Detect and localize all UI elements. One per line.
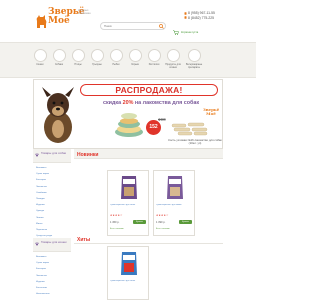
site-header: Зверьё Моё Интернет-зоомагазин 8 (955) 9…	[0, 0, 256, 42]
product-price: 1 450 р.	[110, 221, 120, 224]
sidebar-dogs: Товары для собак Витамины Сухие корма Ко…	[33, 149, 71, 246]
category-birds[interactable]: Птицы	[70, 49, 86, 67]
stock-status: Есть в наличии	[156, 228, 170, 230]
category-ferrets[interactable]: Хорьки	[127, 49, 143, 67]
cart-status: Корзина пуста	[181, 30, 199, 34]
category-label: Хорьки	[131, 63, 139, 66]
section-title: Хиты	[74, 234, 223, 244]
ferret-icon	[128, 49, 142, 62]
product-image	[121, 252, 137, 275]
product-image	[167, 176, 183, 199]
category-label: Птицы	[74, 63, 82, 66]
product-card[interactable]: Сухой корм Hill's для собак ★★★★☆ 1 450 …	[107, 170, 149, 236]
dog-icon	[52, 49, 66, 62]
dog-logo-icon	[36, 15, 47, 28]
product-card[interactable]: Сухой корм Hill's для собак	[107, 246, 149, 300]
new-price-badge: 152	[146, 120, 161, 135]
banner-logo: Зверьё Моё	[202, 107, 220, 116]
fish-icon	[109, 49, 123, 62]
product-price: 1 390 р.	[156, 221, 166, 224]
reptile-icon	[147, 49, 161, 62]
rating-stars: ★★★★☆	[110, 214, 123, 217]
category-label: Ветеринарные препараты	[186, 63, 203, 69]
sale-banner[interactable]: РАСПРОДАЖА! скидка 20% на лакомства для …	[33, 79, 223, 149]
category-dogs[interactable]: Собаки	[51, 49, 67, 67]
category-label: Грызуны	[92, 63, 102, 66]
product-card[interactable]: Сухой корм Hill's для кошек ★★★★☆ 1 390 …	[153, 170, 195, 236]
novelty-section: Новинки Сухой корм Hill's для собак ★★★★…	[74, 149, 223, 243]
hits-section: Хиты Сухой корм Hill's для собак	[74, 234, 223, 300]
category-label: Продукты для хозяев	[165, 63, 181, 69]
search-input[interactable]	[104, 23, 158, 29]
puppy-image	[42, 87, 74, 143]
logo-tagline: Интернет-зоомагазин	[78, 9, 91, 15]
banner-caption: Кость узловая №16 лакомство для собак (1…	[168, 138, 222, 146]
phone-icon	[184, 16, 187, 20]
sidebar-header: Товары для собак	[33, 149, 71, 163]
bird-icon	[71, 49, 85, 62]
food-plates-image	[115, 113, 143, 137]
section-title: Новинки	[74, 149, 223, 159]
category-label: Кошки	[36, 63, 44, 66]
sidebar-title: Товары для собак	[41, 151, 66, 155]
product-name[interactable]: Сухой корм Hill's для собак	[110, 280, 148, 288]
vet-icon	[187, 49, 201, 62]
owner-icon	[166, 49, 180, 62]
logo[interactable]: Зверьё Моё Интернет-зоомагазин	[34, 6, 91, 34]
paw-icon	[35, 153, 39, 157]
old-price: 190	[158, 117, 166, 122]
cat-icon	[33, 49, 47, 62]
phone-number[interactable]: 8 (8452) 775-225	[188, 16, 214, 21]
buy-button[interactable]: Купить	[133, 220, 146, 225]
cart-widget[interactable]: Корзина пуста	[173, 29, 221, 35]
banner-subtitle: скидка 20% на лакомства для собак	[102, 100, 200, 106]
category-label: Рыбки	[112, 63, 120, 66]
category-cats[interactable]: Кошки	[32, 49, 48, 67]
bone-treats-image	[171, 122, 208, 136]
sidebar-item[interactable]: Наполнители	[36, 291, 71, 297]
category-label: Рептилии	[148, 63, 160, 66]
phone-icon	[184, 12, 187, 15]
sidebar-cats: Товары для кошек Витамины Сухие корма Ко…	[33, 238, 71, 297]
stock-status: Есть в наличии	[110, 228, 124, 230]
category-vet[interactable]: Ветеринарные препараты	[186, 49, 202, 70]
category-bar: Кошки Собаки Птицы Грызуны Рыбки Хорьки …	[0, 42, 256, 78]
product-image	[121, 176, 137, 199]
category-label: Собаки	[54, 63, 64, 66]
rating-stars: ★★★★☆	[156, 214, 169, 217]
category-owners[interactable]: Продукты для хозяев	[165, 49, 181, 70]
paw-icon	[35, 242, 39, 246]
category-fish[interactable]: Рыбки	[108, 49, 124, 67]
sidebar-list: Витамины Сухие корма Консервы Лакомства …	[33, 163, 71, 246]
product-name[interactable]: Сухой корм Hill's для кошек	[156, 204, 194, 212]
category-rodents[interactable]: Грызуны	[89, 49, 105, 67]
category-reptiles[interactable]: Рептилии	[146, 49, 162, 67]
buy-button[interactable]: Купить	[179, 220, 192, 225]
search-icon[interactable]	[159, 24, 164, 29]
product-name[interactable]: Сухой корм Hill's для собак	[110, 204, 148, 212]
sidebar-list: Витамины Сухие корма Консервы Лакомства …	[33, 252, 71, 297]
sidebar-title: Товары для кошек	[41, 240, 67, 244]
search-box	[100, 22, 166, 30]
sidebar-header: Товары для кошек	[33, 238, 71, 252]
cart-icon	[173, 29, 179, 35]
rodent-icon	[90, 49, 104, 62]
product-grid: Сухой корм Hill's для собак ★★★★☆ 1 450 …	[74, 159, 223, 243]
phone-block: 8 (955) 967-11-55 8 (8452) 775-225	[184, 11, 215, 20]
banner-title: РАСПРОДАЖА!	[80, 84, 218, 96]
